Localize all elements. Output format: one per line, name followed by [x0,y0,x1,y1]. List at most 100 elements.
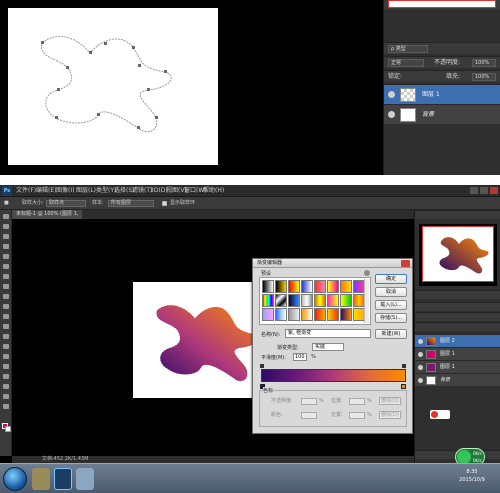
shape-tool-icon[interactable] [3,384,9,389]
preset-swatch[interactable] [262,280,274,293]
blur-tool-icon[interactable] [3,334,9,339]
pen-tool-icon[interactable] [3,354,9,359]
opacity-stop-left[interactable] [260,364,264,368]
presets-scrollbar[interactable] [364,279,369,323]
layer-kind-select[interactable]: ρ 类型 [388,45,428,53]
document-tab[interactable]: 未标题-1 @ 100% (图层 1, RGB/8) [12,210,82,226]
preset-swatch[interactable] [327,280,339,293]
color-location-input[interactable] [349,412,365,419]
maximize-button[interactable] [480,187,488,194]
preset-swatch[interactable] [314,280,326,293]
close-window-button[interactable] [490,187,498,194]
menu-help[interactable]: 帮助(H) [203,185,224,197]
layer-row-background[interactable]: 背景 [384,104,500,124]
healing-tool-icon[interactable] [3,274,9,279]
dodge-tool-icon[interactable] [3,344,9,349]
input-method-widget[interactable] [430,410,450,419]
delete-opacity-stop-button[interactable]: 删除(D) [379,397,401,405]
layer-row-layer1-copy[interactable]: 图层 1 [415,347,500,360]
top-document-canvas[interactable] [8,8,218,165]
layer-row-layer1[interactable]: 图层 1 [384,84,500,104]
sample-select[interactable]: 所有图层 [108,200,154,207]
eye-icon[interactable] [418,378,423,383]
color-stop-right[interactable] [401,384,406,389]
smoothness-input[interactable]: 100 [293,353,307,361]
path-select-icon[interactable] [3,374,9,379]
ok-button[interactable]: 确定 [375,274,407,284]
preset-swatch[interactable] [327,308,339,321]
preset-swatch[interactable] [301,280,313,293]
menu-file[interactable]: 文件(F) [16,185,36,197]
stop-opacity-input[interactable] [301,398,317,405]
blend-mode-select[interactable]: 正常 [388,59,424,67]
preset-swatch[interactable] [301,308,313,321]
load-button[interactable]: 载入(L)... [375,300,407,310]
navigator-preview[interactable] [419,224,497,286]
preset-swatch[interactable] [275,280,287,293]
preset-swatch[interactable] [340,280,352,293]
explorer-icon[interactable] [32,468,50,490]
preset-swatch[interactable] [340,308,352,321]
preset-swatch[interactable] [275,308,287,321]
preset-swatch[interactable] [288,280,300,293]
sample-size-select[interactable]: 取样点 [46,200,86,207]
preset-swatch[interactable] [262,308,274,321]
start-button[interactable] [3,467,27,491]
marquee-tool-icon[interactable] [3,224,9,229]
show-ring-checkbox[interactable] [162,201,167,206]
close-icon[interactable] [401,260,410,267]
lasso-tool-icon[interactable] [3,234,9,239]
gear-icon[interactable] [364,270,370,276]
eraser-tool-icon[interactable] [3,314,9,319]
layer-row-layer2[interactable]: 图层 2 [415,334,500,347]
menu-image[interactable]: 图像(I) [56,185,74,197]
opacity-stop-right[interactable] [402,364,406,368]
menu-layer[interactable]: 图层(L) [76,185,96,197]
preset-swatch[interactable] [314,294,326,307]
cancel-button[interactable]: 取消 [375,287,407,297]
menu-edit[interactable]: 编辑(E) [36,185,56,197]
opacity-location-input[interactable] [349,398,365,405]
move-tool-icon[interactable] [3,214,9,219]
save-button[interactable]: 存储(S)... [375,313,407,323]
history-brush-icon[interactable] [3,304,9,309]
preset-swatch[interactable] [262,294,274,307]
crop-tool-icon[interactable] [3,254,9,259]
brush-tool-icon[interactable] [3,284,9,289]
preset-swatch[interactable] [314,308,326,321]
layer-row-background[interactable]: 背景 [415,373,500,386]
fill-field[interactable]: 100% [472,73,496,81]
quick-select-tool-icon[interactable] [3,244,9,249]
preset-swatch[interactable] [288,294,300,307]
eye-icon[interactable] [418,352,423,357]
hand-tool-icon[interactable] [3,394,9,399]
stamp-tool-icon[interactable] [3,294,9,299]
eyedropper-tool-icon[interactable]: ■ [4,197,9,210]
gradient-name-input[interactable]: 紫, 橙渐变 [285,329,371,338]
photoshop-task-icon[interactable] [54,468,72,490]
preset-swatch[interactable] [301,294,313,307]
preset-swatch[interactable] [275,294,287,307]
background-color-swatch[interactable] [5,426,11,432]
eye-icon[interactable] [418,365,423,370]
delete-color-stop-button[interactable]: 删除(D) [379,411,401,419]
gradient-type-select[interactable]: 实底 [312,343,344,351]
gradient-preview-bar[interactable] [261,369,406,382]
eye-icon[interactable] [418,339,423,344]
gradient-tool-icon[interactable] [3,324,9,329]
system-clock[interactable]: 8:35 2015/10/9 [448,468,496,490]
folder-icon[interactable] [76,468,94,490]
eye-icon[interactable] [388,91,395,98]
zoom-tool-icon[interactable] [3,404,9,409]
eyedropper-icon[interactable] [3,264,9,269]
preset-swatch[interactable] [327,294,339,307]
new-button[interactable]: 新建(W) [375,329,407,339]
opacity-field[interactable]: 100% [472,59,496,67]
preset-swatch[interactable] [340,294,352,307]
minimize-button[interactable] [470,187,478,194]
stop-color-input[interactable] [301,412,317,419]
preset-swatch[interactable] [288,308,300,321]
eye-icon[interactable] [388,111,395,118]
layer-row-layer1[interactable]: 图层 1 [415,360,500,373]
type-tool-icon[interactable] [3,364,9,369]
